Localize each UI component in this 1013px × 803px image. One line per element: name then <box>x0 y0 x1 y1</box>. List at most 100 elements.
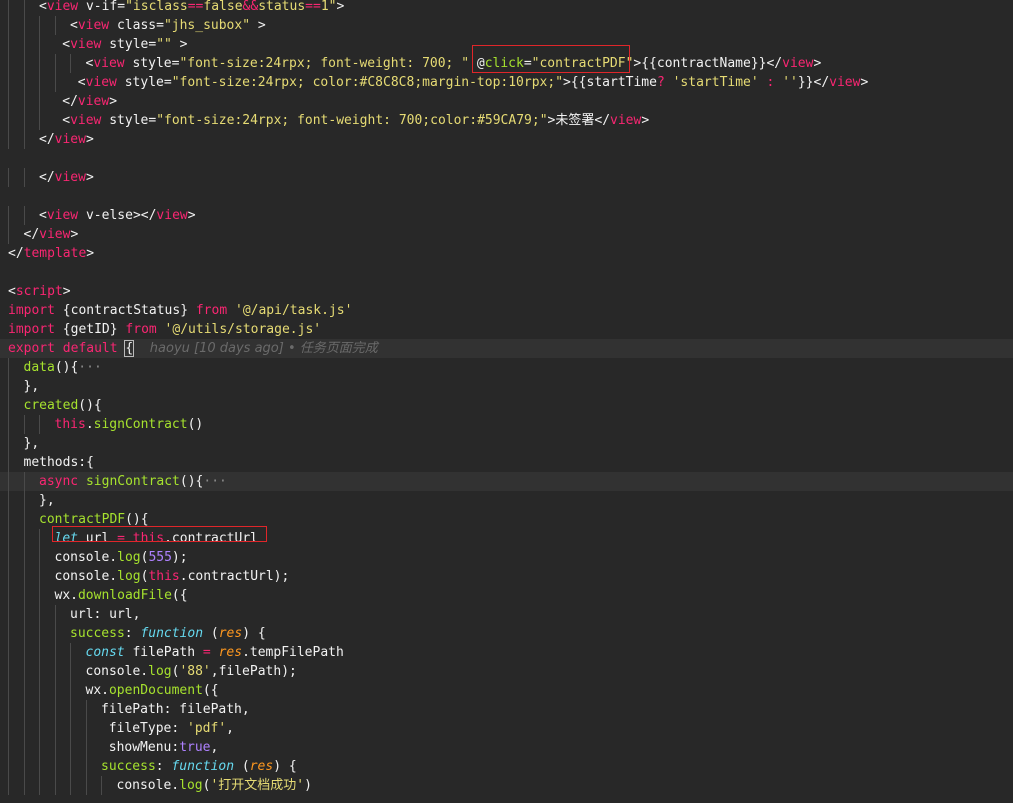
code-line[interactable]: console.log(this.contractUrl); <box>0 567 1013 586</box>
code-token: created <box>23 398 79 413</box>
code-line[interactable]: console.log('88',filePath); <box>0 662 1013 681</box>
code-token: from <box>195 303 228 318</box>
code-line[interactable]: success: function (res) { <box>0 757 1013 776</box>
code-token: data <box>23 360 55 375</box>
code-token: fileType: <box>108 721 188 736</box>
code-text: let url = this.contractUrl <box>55 529 259 548</box>
code-token: (){ <box>54 360 79 375</box>
code-line[interactable]: wx.downloadFile({ <box>0 586 1013 605</box>
indent-guide <box>39 776 40 795</box>
code-text: }, <box>24 377 40 396</box>
code-line[interactable] <box>0 263 1013 282</box>
code-editor[interactable]: <view v-if="isclass==false&&status==1"> <… <box>0 0 1013 803</box>
code-line[interactable]: }, <box>0 491 1013 510</box>
code-line[interactable]: showMenu:true, <box>0 738 1013 757</box>
code-line[interactable]: </view> <box>0 130 1013 149</box>
code-text: </template> <box>8 244 94 263</box>
indent-guide <box>101 776 102 795</box>
indent-guide <box>85 776 87 795</box>
indent-guide <box>8 757 9 776</box>
code-line[interactable]: wx.openDocument({ <box>0 681 1013 700</box>
indent-guide <box>39 54 40 73</box>
indent-guide <box>70 681 71 700</box>
code-token: v-if= <box>78 0 126 14</box>
code-line[interactable]: filePath: filePath, <box>0 700 1013 719</box>
code-text: import {getID} from '@/utils/storage.js' <box>8 320 321 339</box>
indent-guide <box>23 168 25 187</box>
code-line[interactable]: }, <box>0 434 1013 453</box>
indent-guide <box>8 0 9 16</box>
code-token: : <box>155 759 172 774</box>
code-line[interactable]: export default { haoyu [10 days ago] • 任… <box>0 339 1013 358</box>
code-token: ? <box>656 75 665 90</box>
code-line[interactable]: async signContract(){··· <box>0 472 1013 491</box>
indent-guide <box>23 700 25 719</box>
code-line[interactable]: </view> <box>0 92 1013 111</box>
indent-guide <box>8 225 9 244</box>
code-line[interactable]: </view> <box>0 225 1013 244</box>
code-token: 'startTime' <box>664 75 759 90</box>
code-token: 未签署 <box>555 113 595 128</box>
code-text: data(){··· <box>24 358 102 377</box>
code-token: "" <box>156 37 172 52</box>
code-text: console.log('打开文档成功') <box>117 776 312 795</box>
code-line[interactable]: <view v-if="isclass==false&&status==1"> <box>0 0 1013 16</box>
code-token: {contractStatus} <box>54 303 196 318</box>
code-line[interactable]: this.signContract() <box>0 415 1013 434</box>
code-line[interactable]: import {contractStatus} from '@/api/task… <box>0 301 1013 320</box>
code-line[interactable] <box>0 187 1013 206</box>
code-line[interactable]: }, <box>0 377 1013 396</box>
indent-guide <box>54 605 56 624</box>
code-token: res <box>218 645 243 660</box>
code-token: "font-size:24rpx; color:#C8C8C8;margin-t… <box>171 75 564 90</box>
code-line[interactable]: <view class="jhs_subox" > <box>0 16 1013 35</box>
code-line[interactable] <box>0 149 1013 168</box>
code-token: openDocument <box>108 683 203 698</box>
indent-guide <box>54 757 56 776</box>
code-line[interactable]: contractPDF(){ <box>0 510 1013 529</box>
indent-guide <box>23 776 25 795</box>
code-token: {{contractName}} <box>641 56 767 71</box>
code-token: > <box>250 18 266 33</box>
code-line[interactable]: import {getID} from '@/utils/storage.js' <box>0 320 1013 339</box>
indent-guide <box>54 54 56 73</box>
code-line[interactable]: let url = this.contractUrl <box>0 529 1013 548</box>
code-line[interactable]: <view style="font-size:24rpx; font-weigh… <box>0 54 1013 73</box>
code-line[interactable]: </template> <box>0 244 1013 263</box>
indent-guide <box>70 700 71 719</box>
code-line[interactable]: console.log('打开文档成功') <box>0 776 1013 795</box>
indent-guide <box>8 510 9 529</box>
code-token: 1" <box>320 0 337 14</box>
code-line[interactable]: success: function (res) { <box>0 624 1013 643</box>
code-token: status <box>258 0 306 14</box>
indent-guide <box>54 662 56 681</box>
code-line[interactable]: <view v-else></view> <box>0 206 1013 225</box>
indent-guide <box>70 643 71 662</box>
indent-guide <box>8 453 9 472</box>
code-token: downloadFile <box>77 588 172 603</box>
code-token: signContract <box>85 474 180 489</box>
code-token: .contractUrl); <box>179 569 290 584</box>
code-line[interactable]: created(){ <box>0 396 1013 415</box>
code-token: view <box>46 208 79 223</box>
code-line[interactable]: fileType: 'pdf', <box>0 719 1013 738</box>
code-line[interactable]: const filePath = res.tempFilePath <box>0 643 1013 662</box>
indent-guide <box>54 681 56 700</box>
code-line[interactable]: <script> <box>0 282 1013 301</box>
code-token: style= <box>101 113 157 128</box>
indent-guide <box>23 73 25 92</box>
code-line[interactable]: console.log(555); <box>0 548 1013 567</box>
code-line[interactable]: data(){··· <box>0 358 1013 377</box>
code-line[interactable]: url: url, <box>0 605 1013 624</box>
code-line[interactable]: <view style="font-size:24rpx; color:#C8C… <box>0 73 1013 92</box>
code-line[interactable]: methods:{ <box>0 453 1013 472</box>
code-line[interactable]: </view> <box>0 168 1013 187</box>
indent-guide <box>8 624 9 643</box>
code-token: ··· <box>203 474 227 489</box>
code-token: filePath <box>124 645 203 660</box>
code-line[interactable]: <view style="" > <box>0 35 1013 54</box>
code-line[interactable]: <view style="font-size:24rpx; font-weigh… <box>0 111 1013 130</box>
code-text: wx.openDocument({ <box>86 681 219 700</box>
